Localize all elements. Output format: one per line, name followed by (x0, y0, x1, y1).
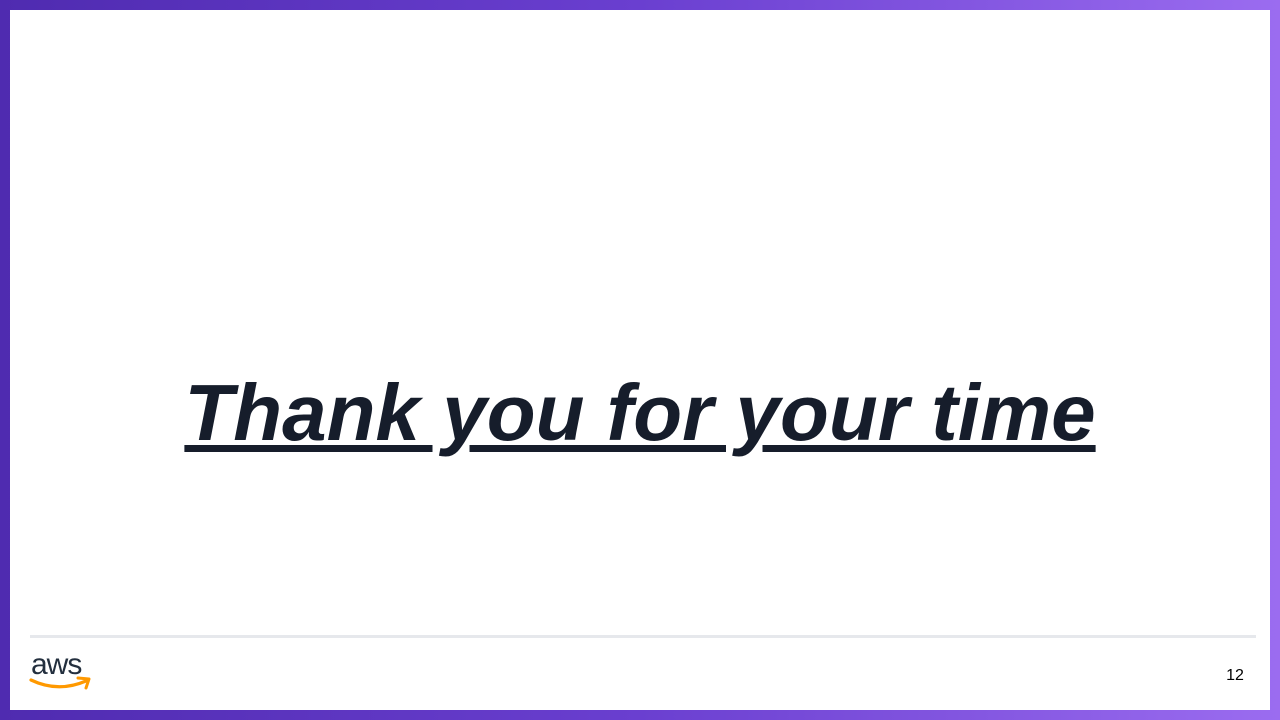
slide-canvas: Thank you for your time aws 12 (10, 10, 1270, 710)
aws-smile-arrow-icon (29, 676, 91, 690)
page-number: 12 (1226, 667, 1244, 684)
aws-logo: aws (28, 650, 94, 694)
slide-title: Thank you for your time (184, 368, 1096, 457)
footer-divider (30, 635, 1256, 638)
